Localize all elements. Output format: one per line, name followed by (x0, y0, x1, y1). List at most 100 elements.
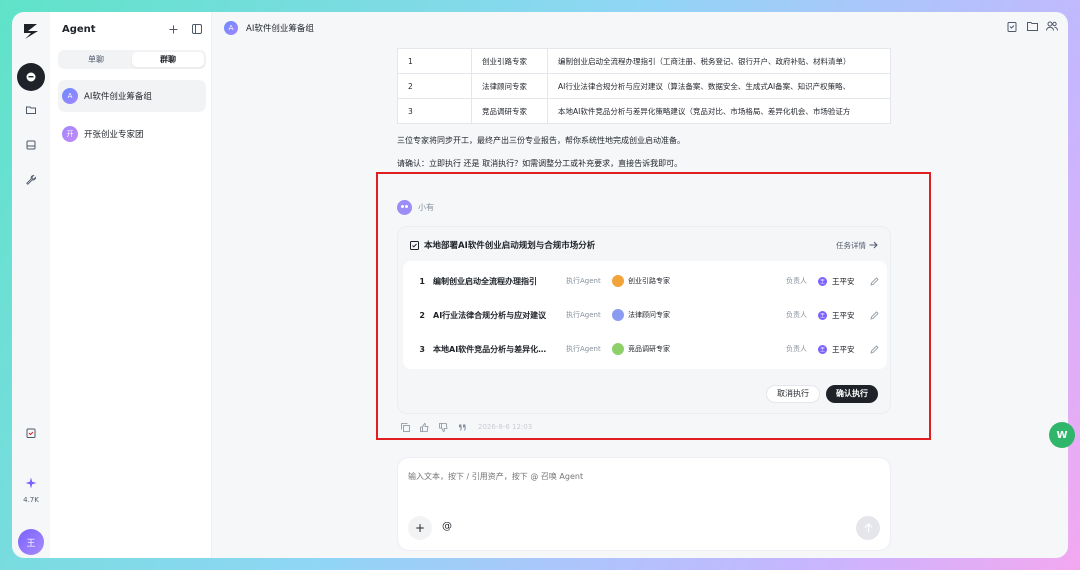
owner-label: 负责人 (786, 277, 807, 285)
message-text: 三位专家将同步开工，最终产出三份专业报告，帮你系统性地完成创业启动准备。 (397, 136, 685, 145)
task-card-header: 本地部署AI软件创业启动规划与合规市场分析 任务详情 (410, 239, 878, 251)
edit-icon[interactable] (868, 309, 880, 321)
owner-name: 王平安 (832, 276, 855, 286)
message-input[interactable] (408, 472, 878, 481)
message-actions: 2026-8-6 12:03 (400, 422, 532, 432)
thumbs-up-icon[interactable] (419, 422, 429, 432)
edit-icon[interactable] (868, 343, 880, 355)
sidebar-header: Agent (62, 22, 204, 36)
agent-avatar (612, 275, 624, 287)
thumbs-down-icon[interactable] (438, 422, 448, 432)
agent-avatar (612, 309, 624, 321)
confirm-execution-button[interactable]: 确认执行 (826, 385, 878, 403)
clipboard-icon[interactable] (1006, 20, 1018, 32)
bot-avatar (397, 200, 412, 215)
agent-name: 法律顾问专家 (628, 311, 670, 319)
task-row[interactable]: 2 AI行业法律合规分析与应对建议 执行Agent 法律顾问专家 负责人 王 王… (403, 299, 887, 331)
table-row: 1 创业引路专家 编制创业启动全流程办理指引（工商注册、税务登记、银行开户、政府… (397, 48, 891, 74)
owner-avatar: 王 (818, 276, 827, 286)
agent-name: 创业引路专家 (628, 277, 670, 285)
exec-agent-label: 执行Agent (566, 345, 601, 353)
group-avatar: 开 (62, 126, 78, 142)
table-cell: 3 (397, 98, 472, 124)
chat-icon[interactable] (17, 63, 45, 91)
task-detail-label: 任务详情 (836, 240, 866, 250)
storage-icon[interactable] (17, 131, 45, 159)
icon-rail: 4.7K 王 (12, 12, 50, 558)
message-timestamp: 2026-8-6 12:03 (478, 423, 533, 431)
group-item[interactable]: 开 开张创业专家团 (58, 118, 206, 150)
task-row[interactable]: 3 本地AI软件竞品分析与差异化… 执行Agent 竞品调研专家 负责人 王 王… (403, 333, 887, 365)
message-composer: + @ (397, 457, 891, 551)
credit-counter[interactable]: 4.7K (12, 474, 50, 504)
table-cell: 竞品调研专家 (471, 98, 548, 124)
message-text: 请确认：立即执行 还是 取消执行？如需调整分工或补充要求，直接告诉我即可。 (397, 159, 683, 168)
quote-icon[interactable] (457, 422, 467, 432)
table-cell: 1 (397, 48, 472, 74)
members-icon[interactable] (1046, 20, 1058, 32)
task-number: 1 (419, 276, 425, 286)
task-card-title: 本地部署AI软件创业启动规划与合规市场分析 (424, 241, 596, 251)
collapse-sidebar-icon[interactable] (190, 22, 204, 36)
clipboard-icon (410, 241, 419, 250)
task-list: 1 编制创业启动全流程办理指引 执行Agent 创业引路专家 负责人 王 王平安… (403, 261, 887, 369)
table-cell: 创业引路专家 (471, 48, 548, 74)
bot-name: 小有 (418, 203, 434, 212)
mention-button[interactable]: @ (442, 521, 452, 532)
chat-title: AI软件创业筹备组 (246, 24, 314, 34)
group-avatar: A (62, 88, 78, 104)
wrench-icon[interactable] (17, 166, 45, 194)
send-button[interactable] (856, 516, 880, 540)
edit-icon[interactable] (868, 275, 880, 287)
group-item[interactable]: A AI软件创业筹备组 (58, 80, 206, 112)
arrow-up-icon (864, 523, 872, 533)
copy-icon[interactable] (400, 422, 410, 432)
table-cell: 2 (397, 73, 472, 99)
table-cell: 法律顾问专家 (471, 73, 548, 99)
header-actions (1006, 20, 1058, 32)
task-detail-link[interactable]: 任务详情 (836, 240, 878, 251)
floating-assistant-button[interactable]: W (1049, 422, 1075, 448)
task-number: 3 (419, 344, 425, 354)
checklist-icon[interactable] (17, 419, 45, 447)
table-row: 2 法律顾问专家 AI行业法律合规分析与应对建议（算法备案、数据安全、生成式AI… (397, 73, 891, 99)
cancel-execution-button[interactable]: 取消执行 (766, 385, 820, 403)
app-logo-icon[interactable] (21, 21, 41, 41)
exec-agent-label: 执行Agent (566, 311, 601, 319)
add-attachment-button[interactable]: + (408, 516, 432, 540)
chat-avatar: A (224, 21, 238, 35)
tab-group-chat[interactable]: 群聊 (132, 52, 204, 67)
task-card: 本地部署AI软件创业启动规划与合规市场分析 任务详情 1 编制创业启动全流程办理… (397, 226, 891, 414)
task-number: 2 (419, 310, 425, 320)
arrow-right-icon (869, 241, 878, 249)
user-avatar[interactable]: 王 (18, 529, 44, 555)
expert-assignment-table: 1 创业引路专家 编制创业启动全流程办理指引（工商注册、税务登记、银行开户、政府… (397, 48, 891, 124)
chat-type-tabs: 单聊 群聊 (58, 50, 206, 69)
task-actions: 取消执行 确认执行 (766, 385, 878, 403)
sparkle-icon (25, 477, 37, 489)
agent-name: 竞品调研专家 (628, 345, 670, 353)
exec-agent-label: 执行Agent (566, 277, 601, 285)
plus-icon[interactable] (166, 22, 180, 36)
exec-agent: 法律顾问专家 (612, 309, 782, 321)
owner-avatar: 王 (818, 310, 827, 320)
table-row: 3 竞品调研专家 本地AI软件竞品分析与差异化策略建议（竞品对比、市场格局、差异… (397, 98, 891, 124)
chat-header: A AI软件创业筹备组 (224, 20, 314, 36)
tab-direct-chat[interactable]: 单聊 (60, 52, 132, 67)
sidebar: Agent 单聊 群聊 A AI软件创业筹备组 开 开张创业专家团 (50, 12, 212, 558)
chat-panel: A AI软件创业筹备组 1 创业引路专家 编制创业启动全流程办理指引（工商注册、… (212, 12, 1068, 558)
task-title: 编制创业启动全流程办理指引 (433, 276, 537, 286)
exec-agent: 竞品调研专家 (612, 343, 782, 355)
owner-name: 王平安 (832, 344, 855, 354)
owner-label: 负责人 (786, 311, 807, 319)
folder-icon[interactable] (17, 96, 45, 124)
agent-avatar (612, 343, 624, 355)
task-row[interactable]: 1 编制创业启动全流程办理指引 执行Agent 创业引路专家 负责人 王 王平安 (403, 265, 887, 297)
task-title: AI行业法律合规分析与应对建议 (433, 310, 547, 320)
group-name: AI软件创业筹备组 (84, 92, 152, 102)
sidebar-title: Agent (62, 23, 96, 35)
credit-count: 4.7K (23, 496, 39, 504)
folder-icon[interactable] (1026, 20, 1038, 32)
owner-name: 王平安 (832, 310, 855, 320)
bot-header: 小有 (397, 200, 434, 215)
